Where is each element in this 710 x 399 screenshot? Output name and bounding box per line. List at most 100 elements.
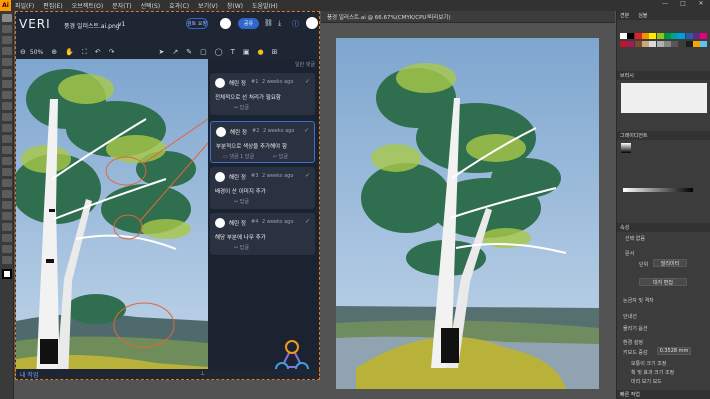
fill-stroke-icon[interactable] (2, 269, 12, 279)
gradient-slider[interactable] (623, 188, 693, 192)
replies-count[interactable]: ▭ 댓글 1 답글 (223, 153, 254, 160)
color-swatch[interactable] (663, 41, 671, 47)
option-scale-strokes[interactable]: 획 및 효과 크기 조정 (631, 369, 674, 376)
eraser-tool-icon[interactable] (2, 113, 12, 121)
redo-icon[interactable]: ↷ (109, 48, 115, 56)
rotate-tool-icon[interactable] (2, 124, 12, 132)
text-annotation-icon[interactable]: T (231, 48, 235, 56)
pen-tool-icon[interactable] (2, 47, 12, 55)
rectangle-annotation-icon[interactable]: ▢ (200, 48, 207, 56)
document-tab[interactable]: 풍경 일러스트.ai @ 66.67%(CMYK/CPU 미리보기) × (321, 11, 615, 23)
selection-tool-icon[interactable] (2, 14, 12, 22)
type-tool-icon[interactable] (2, 58, 12, 66)
user-avatar-small[interactable] (220, 18, 231, 29)
option-preview-mode[interactable]: 미리 보기 모드 (631, 378, 662, 385)
annotated-artwork[interactable] (16, 59, 208, 379)
color-swatch[interactable] (656, 41, 664, 47)
color-swatch[interactable] (693, 41, 700, 47)
menu-window[interactable]: 창(W) (227, 1, 243, 10)
graph-tool-icon[interactable] (2, 212, 12, 220)
color-swatch[interactable] (685, 41, 693, 47)
comment-card-4[interactable]: 해린 정 #4 2 weeks ago ✓ 해당 부분에 나무 추가 ↩ 답글 (210, 213, 315, 255)
color-picker-icon[interactable]: ● (257, 48, 263, 56)
hand-tool-icon[interactable] (2, 245, 12, 253)
color-swatch[interactable] (641, 33, 649, 39)
magic-wand-tool-icon[interactable] (2, 36, 12, 44)
zoom-tool-icon[interactable] (2, 256, 12, 264)
color-swatch[interactable] (649, 33, 657, 39)
direct-selection-tool-icon[interactable] (2, 25, 12, 33)
color-swatch[interactable] (649, 41, 657, 47)
menu-effect[interactable]: 효과(C) (169, 1, 189, 10)
fit-screen-icon[interactable]: ⛶ (82, 48, 87, 57)
resolve-check-icon[interactable]: ✓ (304, 127, 309, 134)
comment-card-1[interactable]: 해린 정 #1 2 weeks ago ✓ 전체적으로 선 처리가 필요함 ↩ … (210, 73, 315, 115)
reply-button[interactable]: ↩ 답글 (234, 244, 249, 251)
color-swatch[interactable] (700, 33, 708, 39)
zoom-level[interactable]: 50% (30, 49, 43, 56)
info-icon[interactable]: ⓘ (292, 19, 299, 29)
color-swatch[interactable] (620, 41, 627, 47)
color-swatch[interactable] (685, 33, 693, 39)
option-scale-corners[interactable]: 모퉁이 크기 조정 (631, 360, 666, 367)
download-icon[interactable]: ⤓ (278, 19, 281, 28)
color-swatch[interactable] (671, 41, 679, 47)
scale-tool-icon[interactable] (2, 135, 12, 143)
undo-icon[interactable]: ↶ (95, 48, 101, 56)
hand-icon[interactable]: ✋ (65, 48, 74, 56)
artboard-tool-icon[interactable] (2, 223, 12, 231)
zoom-in-icon[interactable]: ⊕ (51, 48, 57, 56)
close-tab-icon[interactable]: × (426, 13, 431, 20)
gradient-tool-icon[interactable] (2, 168, 12, 176)
my-work-label[interactable]: 내 작업 (20, 370, 38, 379)
arrow-tool-icon[interactable]: ↗ (172, 48, 178, 56)
artboard[interactable] (336, 38, 599, 389)
paintbrush-tool-icon[interactable] (2, 91, 12, 99)
menu-object[interactable]: 오브젝트(O) (72, 1, 104, 10)
color-swatch[interactable] (678, 41, 686, 47)
reply-button[interactable]: ↩ 답글 (234, 104, 249, 111)
resolve-check-icon[interactable]: ✓ (305, 218, 310, 225)
menu-file[interactable]: 파일(F) (15, 1, 34, 10)
color-swatch[interactable] (663, 33, 671, 39)
pencil-tool-icon[interactable] (2, 102, 12, 110)
color-swatch[interactable] (620, 33, 627, 39)
rectangle-tool-icon[interactable] (2, 80, 12, 88)
width-tool-icon[interactable] (2, 146, 12, 154)
reply-button[interactable]: ↩ 답글 (234, 198, 249, 205)
link-icon[interactable]: ⛓ (264, 19, 273, 27)
tab-swatches[interactable]: 견본 (620, 12, 629, 19)
color-swatch[interactable] (627, 33, 635, 39)
ellipse-annotation-icon[interactable]: ◯ (215, 48, 223, 56)
eyedropper-tool-icon[interactable] (2, 179, 12, 187)
color-swatch[interactable] (641, 41, 649, 47)
menu-select[interactable]: 선택(S) (141, 1, 161, 10)
cursor-icon[interactable]: ➤ (158, 48, 164, 56)
color-swatch[interactable] (656, 33, 664, 39)
menu-view[interactable]: 보기(V) (198, 1, 218, 10)
comment-card-3[interactable]: 해린 정 #3 2 weeks ago ✓ 배경이 산 이미지 추가 ↩ 답글 (210, 167, 315, 209)
blend-tool-icon[interactable] (2, 190, 12, 198)
line-tool-icon[interactable] (2, 69, 12, 77)
pen-annotation-icon[interactable]: ✎ (186, 48, 192, 56)
menu-help[interactable]: 도움말(H) (252, 1, 278, 10)
version-dropdown[interactable]: v1 (118, 21, 125, 28)
shape-builder-tool-icon[interactable] (2, 157, 12, 165)
color-swatch[interactable] (671, 33, 679, 39)
color-swatch[interactable] (634, 41, 642, 47)
minimize-button[interactable]: — (656, 0, 674, 7)
menu-edit[interactable]: 편집(E) (43, 1, 63, 10)
resolve-check-icon[interactable]: ✓ (305, 172, 310, 179)
profile-avatar[interactable] (306, 17, 318, 29)
gradient-swatch[interactable] (621, 143, 631, 153)
menu-type[interactable]: 문자(T) (112, 1, 131, 10)
tab-symbols[interactable]: 심볼 (638, 12, 647, 19)
review-request-button[interactable]: 검토 요청 (186, 18, 208, 29)
keyboard-increment-field[interactable]: 0.3528 mm (657, 347, 691, 355)
symbol-sprayer-tool-icon[interactable] (2, 201, 12, 209)
comment-card-2[interactable]: 해린 정 #2 2 weeks ago ✓ 부분적으로 색상을 추가해야 함 ▭… (210, 121, 315, 163)
units-select[interactable]: 밀리미터 (653, 259, 687, 267)
color-swatch[interactable] (678, 33, 686, 39)
color-swatch[interactable] (627, 41, 635, 47)
image-annotation-icon[interactable]: ▣ (243, 48, 250, 56)
